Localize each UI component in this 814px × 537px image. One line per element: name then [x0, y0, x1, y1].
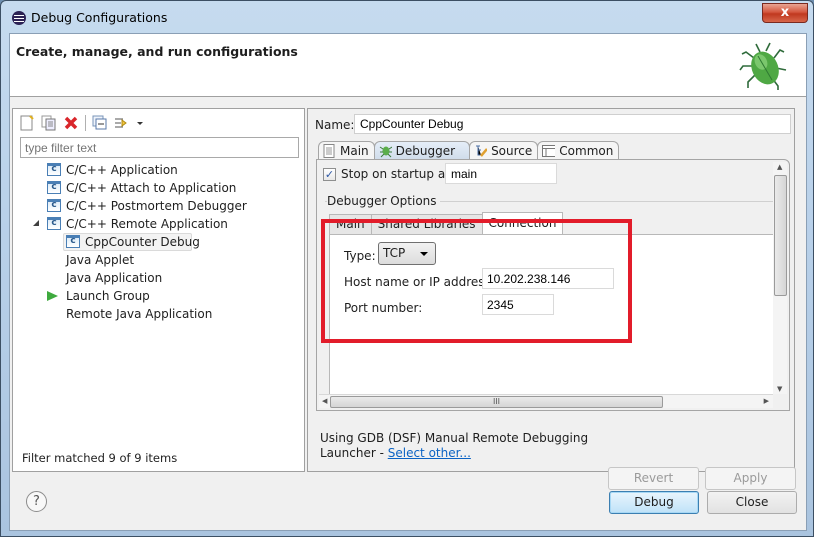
vertical-scroll-thumb[interactable] — [774, 175, 787, 296]
connection-settings: Type: TCP Host name or IP address: Port … — [329, 234, 773, 394]
select-other-link[interactable]: Select other... — [388, 446, 471, 460]
collapse-all-icon[interactable] — [92, 115, 108, 131]
tab-label: Source — [491, 144, 533, 158]
dialog-window: Debug Configurations x Create, manage, a… — [0, 0, 814, 537]
scroll-up-icon[interactable]: ▲ — [777, 163, 782, 171]
c-app-icon: c — [47, 181, 61, 194]
source-tab-icon — [476, 145, 488, 157]
tree-item-label: C/C++ Remote Application — [66, 217, 228, 231]
tree-item-cpp-postmortem[interactable]: c C/C++ Postmortem Debugger — [13, 197, 304, 215]
close-window-button[interactable]: x — [762, 3, 808, 23]
apply-button[interactable]: Apply — [705, 467, 796, 490]
close-button[interactable]: Close — [707, 491, 797, 514]
type-label: Type: — [344, 249, 376, 263]
new-configuration-icon[interactable] — [19, 115, 35, 131]
connection-type-value: TCP — [383, 246, 406, 260]
tree-item-label: C/C++ Application — [66, 163, 178, 177]
launcher-info: Using GDB (DSF) Manual Remote Debugging … — [320, 431, 588, 461]
debugger-options-label: Debugger Options — [327, 194, 440, 208]
tab-common[interactable]: Common — [537, 141, 620, 160]
tab-source[interactable]: Source — [469, 141, 539, 160]
main-tab-icon — [323, 144, 335, 158]
window-title: Debug Configurations — [31, 10, 168, 25]
debugger-options-tabs: Main Shared Libraries Connection — [329, 212, 564, 234]
launcher-prefix: Launcher - — [320, 446, 388, 460]
stop-on-startup-input[interactable] — [445, 163, 557, 184]
c-app-icon: c — [47, 163, 61, 176]
launcher-description: Using GDB (DSF) Manual Remote Debugging — [320, 431, 589, 445]
tab-debugger[interactable]: Debugger — [373, 141, 471, 160]
tree-item-label: Remote Java Application — [66, 307, 213, 321]
port-input[interactable] — [482, 294, 554, 315]
tab-label: Debugger — [395, 144, 456, 158]
name-label: Name: — [315, 118, 355, 132]
tab-label: Main — [340, 144, 369, 158]
stop-on-startup-label: Stop on startup at: — [341, 167, 454, 181]
tree-item-cpp-application[interactable]: c C/C++ Application — [13, 161, 304, 179]
filter-status: Filter matched 9 of 9 items — [22, 451, 178, 465]
debug-button[interactable]: Debug — [609, 491, 699, 514]
title-bar[interactable]: Debug Configurations x — [1, 1, 813, 34]
tree-item-java-application[interactable]: Java Application — [13, 269, 304, 287]
delete-icon[interactable] — [63, 115, 79, 131]
tree-item-label: CppCounter Debug — [85, 235, 200, 249]
tree-item-java-applet[interactable]: Java Applet — [13, 251, 304, 269]
tab-main[interactable]: Main — [318, 141, 375, 160]
header-band: Create, manage, and run configurations — [10, 34, 806, 97]
toolbar-separator — [85, 115, 86, 131]
common-tab-icon — [542, 145, 556, 157]
tree-item-label: C/C++ Postmortem Debugger — [66, 199, 247, 213]
scroll-left-icon[interactable]: ◀ — [322, 397, 327, 405]
tree-item-launch-group[interactable]: Launch Group — [13, 287, 304, 305]
header-title: Create, manage, and run configurations — [16, 44, 298, 59]
revert-button[interactable]: Revert — [608, 467, 699, 490]
chevron-down-icon — [420, 252, 428, 256]
configuration-tree: c C/C++ Application c C/C++ Attach to Ap… — [13, 161, 304, 323]
duplicate-icon[interactable] — [41, 115, 57, 131]
connection-type-select[interactable]: TCP — [378, 242, 436, 265]
inner-tab-connection[interactable]: Connection — [481, 212, 564, 234]
c-app-icon: c — [66, 235, 80, 248]
tree-item-label: Java Applet — [66, 253, 135, 267]
tree-item-remote-java[interactable]: Remote Java Application — [13, 305, 304, 323]
stop-on-startup-checkbox[interactable]: ✓ — [323, 168, 336, 181]
c-app-icon: c — [47, 217, 61, 230]
tree-item-cpp-attach[interactable]: c C/C++ Attach to Application — [13, 179, 304, 197]
tree-item-label: C/C++ Attach to Application — [66, 181, 237, 195]
tree-item-label: Java Application — [66, 271, 163, 285]
host-input[interactable] — [482, 268, 614, 289]
filter-input[interactable] — [20, 137, 299, 158]
scroll-right-icon[interactable]: ▶ — [764, 397, 769, 405]
configuration-editor-panel: Name: Main Debugger Source Common — [307, 108, 796, 490]
vertical-scrollbar[interactable]: ▲ ▼ — [773, 162, 787, 394]
debugger-tab-icon — [379, 146, 392, 158]
launch-group-icon — [47, 291, 58, 301]
tree-item-label: Launch Group — [66, 289, 150, 303]
bug-icon — [739, 42, 787, 90]
tree-item-cpp-remote[interactable]: c C/C++ Remote Application — [13, 215, 304, 233]
horizontal-scroll-thumb[interactable]: III — [330, 396, 663, 408]
eclipse-icon — [12, 11, 26, 25]
inner-tab-main[interactable]: Main — [329, 214, 372, 234]
debugger-tab-content: ✓ Stop on startup at: Debugger Options M… — [316, 159, 790, 411]
c-app-icon: c — [47, 199, 61, 212]
port-label: Port number: — [344, 301, 423, 315]
tree-item-cppcounter-debug[interactable]: c CppCounter Debug — [13, 233, 304, 251]
help-icon[interactable]: ? — [26, 491, 47, 512]
horizontal-scrollbar[interactable]: ◀ III ▶ — [319, 394, 773, 408]
filter-icon[interactable] — [114, 115, 130, 131]
inner-tab-shared-libraries[interactable]: Shared Libraries — [370, 214, 483, 234]
tab-label: Common — [559, 144, 614, 158]
scroll-down-icon[interactable]: ▼ — [777, 385, 782, 393]
configuration-list-panel: c C/C++ Application c C/C++ Attach to Ap… — [12, 108, 305, 472]
dropdown-icon[interactable] — [136, 115, 144, 131]
dialog-client: Create, manage, and run configurations t… — [9, 33, 807, 531]
left-toolbar — [19, 113, 144, 133]
host-label: Host name or IP address: — [344, 275, 495, 289]
expand-arrow-icon[interactable] — [33, 220, 39, 226]
name-input[interactable] — [354, 114, 791, 134]
config-tabs: Main Debugger Source Common — [318, 141, 620, 160]
